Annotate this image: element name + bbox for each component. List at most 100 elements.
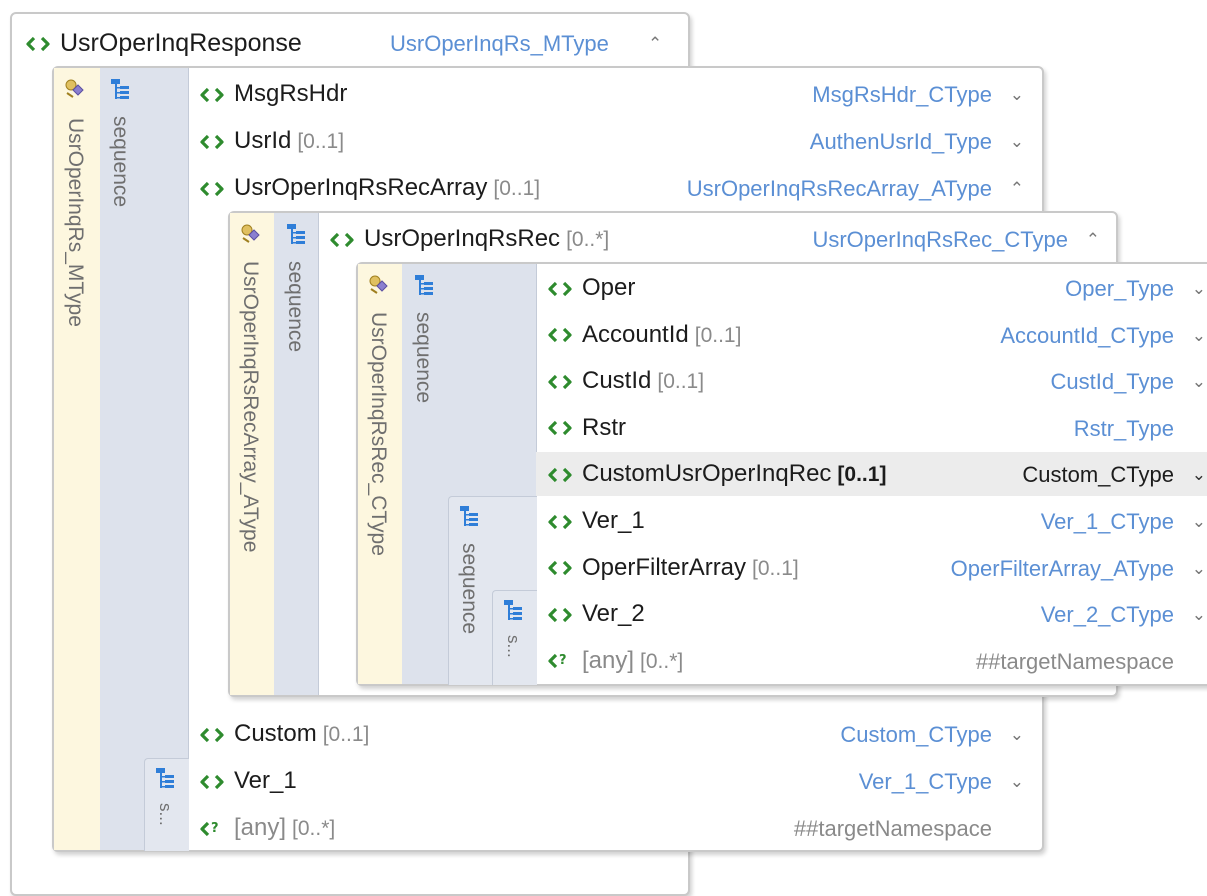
- type-link[interactable]: Custom_CType: [1022, 461, 1174, 489]
- element-icon: [26, 36, 50, 52]
- array-rec-row[interactable]: UsrOperInqRsRec [0..*] UsrOperInqRsRec_CT…: [318, 217, 1114, 261]
- root-element-row[interactable]: UsrOperInqResponse UsrOperInqRs_MType ⌃: [12, 22, 688, 68]
- element-name: MsgRsHdr: [234, 80, 348, 107]
- sequence-icon: [110, 78, 130, 100]
- type-link[interactable]: AccountId_CType: [1000, 322, 1174, 350]
- complex-type-icon: [240, 223, 262, 245]
- expand-down-icon[interactable]: ⌄: [1010, 81, 1024, 109]
- element-icon: [548, 607, 572, 623]
- type-link[interactable]: UsrOperInqRsRecArray_AType: [687, 175, 992, 203]
- element-name: Oper: [582, 274, 636, 301]
- element-name: AccountId: [582, 320, 689, 348]
- cardinality: [0..*]: [292, 817, 336, 840]
- type-link[interactable]: OperFilterArray_AType: [951, 555, 1174, 583]
- sequence-icon: [286, 223, 306, 245]
- element-icon: [200, 774, 224, 790]
- type-link[interactable]: MsgRsHdr_CType: [812, 81, 992, 109]
- element-row-ver-2[interactable]: Ver_2 Ver_2_CType ⌄: [536, 592, 1207, 636]
- element-icon: [548, 374, 572, 390]
- element-row-ver-1[interactable]: Ver_1 Ver_1_CType ⌄: [188, 759, 1040, 803]
- element-name: OperFilterArray: [582, 553, 747, 581]
- type-link[interactable]: CustId_Type: [1050, 368, 1174, 396]
- element-name: Custom: [234, 720, 317, 747]
- namespace-label: ##targetNamespace: [793, 816, 992, 841]
- type-link[interactable]: Oper_Type: [1065, 275, 1174, 303]
- cardinality: [0..*]: [566, 228, 610, 251]
- complex-type-label: UsrOperInqRsRecArray_AType: [239, 261, 262, 553]
- expand-down-icon[interactable]: ⌄: [1192, 275, 1206, 303]
- type-link[interactable]: Rstr_Type: [1074, 415, 1174, 443]
- expand-down-icon[interactable]: ⌄: [1192, 368, 1206, 396]
- sequence-band: sequence: [100, 68, 189, 850]
- complex-type-icon: [368, 274, 390, 296]
- type-link[interactable]: Ver_1_CType: [1041, 508, 1174, 536]
- cardinality: [0..1]: [657, 370, 705, 394]
- sequence-label: sequence: [412, 312, 435, 404]
- collapse-up-icon[interactable]: ⌃: [1010, 175, 1024, 203]
- element-row-oper[interactable]: Oper Oper_Type ⌄: [536, 266, 1207, 310]
- element-name: UsrId: [234, 127, 292, 154]
- element-row-usrid[interactable]: UsrId [0..1] AuthenUsrId_Type ⌄: [188, 119, 1040, 163]
- type-link[interactable]: Ver_1_CType: [859, 768, 992, 796]
- element-row-ver-1[interactable]: Ver_1 Ver_1_CType ⌄: [536, 499, 1207, 543]
- inner-sequence-band: s...: [492, 590, 537, 685]
- cardinality: [0..*]: [640, 649, 684, 673]
- element-icon: [200, 87, 224, 103]
- expand-down-icon[interactable]: ⌄: [1192, 555, 1206, 583]
- expand-down-icon[interactable]: ⌄: [1192, 601, 1206, 629]
- complex-type-label: UsrOperInqRs_MType: [64, 118, 87, 327]
- element-icon: [200, 727, 224, 743]
- sequence-icon: [459, 505, 479, 527]
- element-name: [any]: [234, 814, 287, 841]
- expand-down-icon[interactable]: ⌄: [1192, 508, 1206, 536]
- element-row-usroperinqrsrecarray[interactable]: UsrOperInqRsRecArray [0..1] UsrOperInqRsRe…: [188, 166, 1040, 210]
- type-link[interactable]: UsrOperInqRsRec_CType: [812, 226, 1068, 254]
- element-row-any[interactable]: [any] [0..*] ##targetNamespace: [188, 806, 1040, 850]
- complex-type-band: UsrOperInqRsRec_CType: [358, 264, 403, 684]
- element-row-operfilterarray[interactable]: OperFilterArray [0..1] OperFilterArray_ATy…: [536, 546, 1207, 590]
- element-icon: [200, 181, 224, 197]
- element-name: Ver_1: [582, 507, 645, 534]
- element-row-accountid[interactable]: AccountId [0..1] AccountId_CType ⌄: [536, 313, 1207, 357]
- any-element-icon: [200, 821, 224, 837]
- expand-down-icon[interactable]: ⌄: [1010, 768, 1024, 796]
- sequence-label: sequence: [458, 543, 481, 635]
- element-row-custom[interactable]: Custom [0..1] Custom_CType ⌄: [188, 712, 1040, 756]
- element-row-rstr[interactable]: Rstr Rstr_Type: [536, 406, 1207, 450]
- sequence-band: sequence: [274, 213, 319, 695]
- element-name: UsrOperInqRsRecArray: [234, 174, 488, 201]
- collapse-up-icon[interactable]: ⌃: [648, 30, 662, 58]
- element-icon: [548, 327, 572, 343]
- element-name: UsrOperInqRsRec: [364, 225, 561, 252]
- element-name: Ver_2: [582, 600, 645, 628]
- expand-down-icon[interactable]: ⌄: [1010, 721, 1024, 749]
- element-row-custid[interactable]: CustId [0..1] CustId_Type ⌄: [536, 359, 1207, 403]
- element-icon: [330, 232, 354, 248]
- element-icon: [548, 560, 572, 576]
- cardinality: [0..1]: [752, 556, 799, 580]
- element-name: CustomUsrOperInqRec: [582, 460, 832, 488]
- root-type-link[interactable]: UsrOperInqRs_MType: [390, 30, 609, 58]
- expand-down-icon[interactable]: ⌄: [1010, 128, 1024, 156]
- element-row-customusroperinqrec[interactable]: CustomUsrOperInqRec [0..1] Custom_CType ⌄: [536, 452, 1207, 497]
- type-link[interactable]: AuthenUsrId_Type: [810, 128, 992, 156]
- expand-down-icon[interactable]: ⌄: [1192, 322, 1206, 350]
- element-row-msgrshdr[interactable]: MsgRsHdr MsgRsHdr_CType ⌄: [188, 72, 1040, 116]
- inner-sequence-band: s...: [144, 758, 189, 851]
- element-icon: [548, 281, 572, 297]
- sequence-icon: [503, 599, 523, 621]
- collapse-up-icon[interactable]: ⌃: [1086, 226, 1100, 254]
- element-row-any[interactable]: [any] [0..*] ##targetNamespace: [536, 639, 1207, 683]
- sequence-icon: [414, 274, 434, 296]
- type-link[interactable]: Ver_2_CType: [1041, 601, 1174, 629]
- type-link[interactable]: Custom_CType: [840, 721, 992, 749]
- complex-type-label: UsrOperInqRsRec_CType: [367, 312, 390, 556]
- complex-type-band: UsrOperInqRsRecArray_AType: [230, 213, 275, 695]
- rec-children: Oper Oper_Type ⌄ AccountId [0..1] AccountId_C…: [536, 264, 1207, 684]
- sequence-icon: [155, 767, 175, 789]
- element-icon: [200, 134, 224, 150]
- complex-type-icon: [64, 78, 86, 100]
- sequence-label: s...: [156, 803, 175, 826]
- cardinality: [0..1]: [837, 463, 887, 487]
- expand-down-icon[interactable]: ⌄: [1192, 461, 1206, 489]
